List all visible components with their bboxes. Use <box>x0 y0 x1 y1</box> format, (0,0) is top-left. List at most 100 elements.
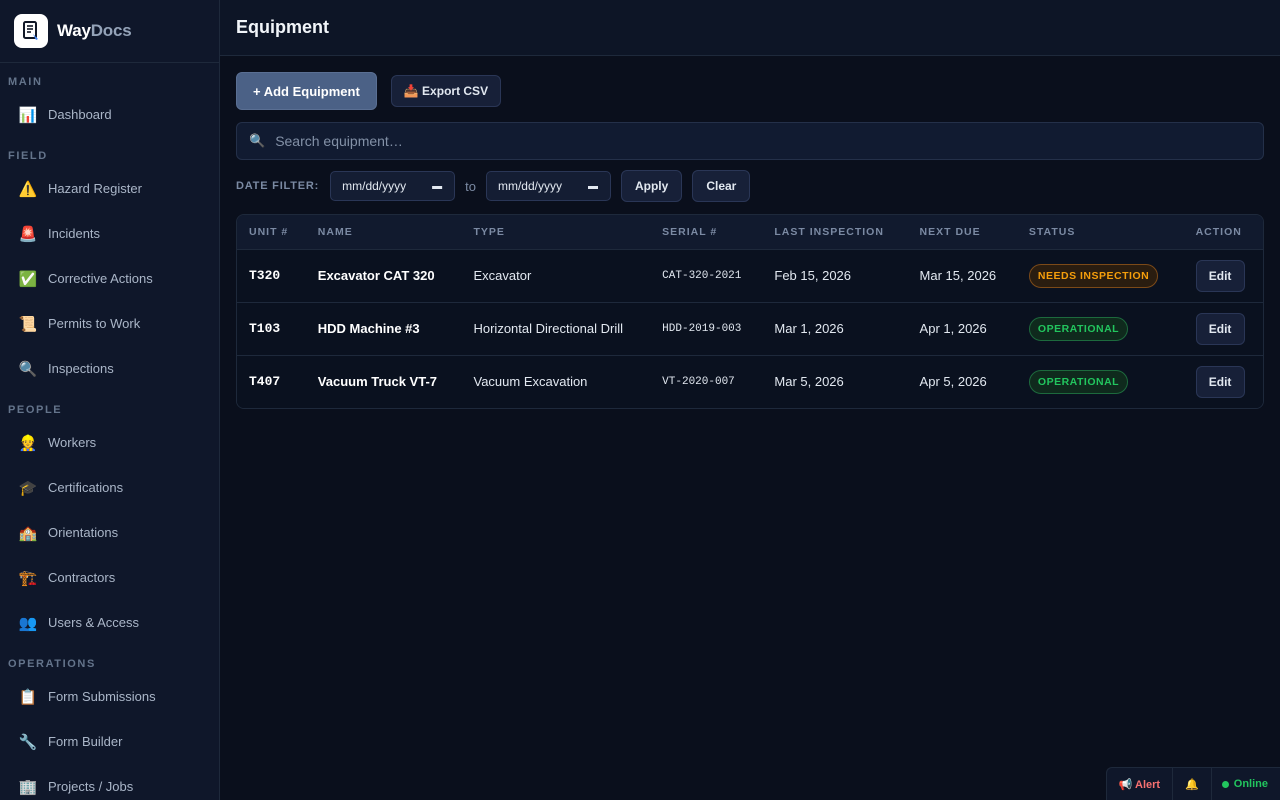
cell-type: Excavator <box>461 248 651 302</box>
sidebar-item-label: Form Builder <box>48 734 123 749</box>
hazard-register-icon: ⚠️ <box>18 180 38 198</box>
nav-section-main: MAIN <box>8 76 43 88</box>
sidebar-item-label: Workers <box>48 435 97 450</box>
sidebar: WayDocs MAIN 📊 Dashboard FIELD ⚠️ Hazard Regi… <box>0 0 220 800</box>
column-header-last-inspection: LAST INSPECTION <box>762 215 908 249</box>
cell-next: Mar 15, 2026 <box>907 248 1017 302</box>
table-row[interactable]: T407 Vacuum Truck VT-7 Vacuum Excavation VT… <box>237 354 1263 408</box>
sidebar-item-label: Permits to Work <box>48 316 141 331</box>
corrective-actions-icon: ✅ <box>18 270 38 288</box>
bell-icon[interactable]: 🔔 <box>1172 768 1211 800</box>
cell-type: Horizontal Directional Drill <box>461 301 651 355</box>
column-header-next-due: NEXT DUE <box>907 215 1017 249</box>
status-badge: OPERATIONAL <box>1028 316 1129 341</box>
sidebar-item-certifications[interactable]: 🎓 Certifications <box>0 465 219 510</box>
table-body: T320 Excavator CAT 320 Excavator CAT-320-20… <box>237 248 1263 408</box>
date-filter: DATE FILTER: mm/dd/yyyy ▬ to mm/dd/yyyy … <box>236 170 1264 202</box>
column-header-status: STATUS <box>1016 215 1184 249</box>
app-root: WayDocs MAIN 📊 Dashboard FIELD ⚠️ Hazard Regi… <box>0 0 1280 800</box>
dashboard-icon: 📊 <box>18 106 38 124</box>
sidebar-item-contractors[interactable]: 🏗️ Contractors <box>0 555 219 600</box>
column-header-serial: SERIAL # <box>650 215 763 249</box>
cell-status: OPERATIONAL <box>1016 301 1184 355</box>
sidebar-item-users-access[interactable]: 👥 Users & Access <box>0 600 219 645</box>
export-csv-button[interactable]: 📥 Export CSV <box>390 75 502 107</box>
status-bar: 📢 Alert 🔔 Online <box>1105 767 1280 800</box>
toolbar: + Add Equipment 📥 Export CSV <box>236 72 1264 110</box>
cell-action: Edit <box>1183 248 1263 302</box>
sidebar-item-orientations[interactable]: 🏫 Orientations <box>0 510 219 555</box>
sidebar-item-form-submissions[interactable]: 📋 Form Submissions <box>0 674 219 719</box>
main-area: Equipment + Add Equipment 📥 Export CSV 🔍… <box>220 0 1280 800</box>
sidebar-item-label: Orientations <box>48 525 119 540</box>
form-submissions-icon: 📋 <box>18 688 38 706</box>
cell-last: Feb 15, 2026 <box>762 248 908 302</box>
edit-button[interactable]: Edit <box>1195 312 1245 345</box>
date-from-input[interactable]: mm/dd/yyyy ▬ <box>330 171 456 201</box>
topbar: Equipment <box>220 0 1280 56</box>
sidebar-item-label: Hazard Register <box>48 181 142 196</box>
cell-unit: T407 <box>237 354 306 408</box>
column-header-unit: UNIT # <box>237 215 306 249</box>
cell-action: Edit <box>1183 354 1263 408</box>
brand-name-part1: Way <box>57 21 91 40</box>
form-builder-icon: 🔧 <box>18 733 38 751</box>
sidebar-item-permits-to-work[interactable]: 📜 Permits to Work <box>0 301 219 346</box>
orientations-icon: 🏫 <box>18 524 38 542</box>
brand-name: WayDocs <box>57 21 132 41</box>
edit-button[interactable]: Edit <box>1195 365 1245 398</box>
sidebar-item-projects-jobs[interactable]: 🏢 Projects / Jobs <box>0 764 219 800</box>
sidebar-item-label: Certifications <box>48 480 124 495</box>
cell-status: NEEDS INSPECTION <box>1016 248 1184 302</box>
edit-button[interactable]: Edit <box>1195 259 1245 292</box>
search-bar: 🔍 <box>236 122 1264 160</box>
sidebar-item-form-builder[interactable]: 🔧 Form Builder <box>0 719 219 764</box>
online-status: Online <box>1210 768 1280 800</box>
alert-button[interactable]: 📢 Alert <box>1107 768 1172 800</box>
sidebar-nav: MAIN 📊 Dashboard FIELD ⚠️ Hazard Register 🚨 Inc… <box>0 72 219 800</box>
sidebar-item-hazard-register[interactable]: ⚠️ Hazard Register <box>0 166 219 211</box>
add-equipment-button[interactable]: + Add Equipment <box>236 72 377 110</box>
brand-name-part2: Docs <box>90 21 132 40</box>
cell-type: Vacuum Excavation <box>461 354 651 408</box>
sidebar-item-incidents[interactable]: 🚨 Incidents <box>0 211 219 256</box>
cell-last: Mar 1, 2026 <box>762 301 908 355</box>
calendar-icon[interactable]: ▬ <box>588 181 598 192</box>
cell-name: Vacuum Truck VT-7 <box>305 354 462 408</box>
cell-name: Excavator CAT 320 <box>305 248 462 302</box>
content: + Add Equipment 📥 Export CSV 🔍 DATE FILT… <box>220 56 1280 409</box>
cell-last: Mar 5, 2026 <box>762 354 908 408</box>
cell-name: HDD Machine #3 <box>305 301 462 355</box>
status-badge: NEEDS INSPECTION <box>1028 263 1159 288</box>
date-from-value: mm/dd/yyyy <box>342 179 407 193</box>
sidebar-item-label: Inspections <box>48 361 114 376</box>
equipment-table: UNIT # NAME TYPE SERIAL # LAST INSPECTION NEX… <box>236 214 1264 409</box>
date-filter-label: DATE FILTER: <box>236 180 320 192</box>
brand[interactable]: WayDocs <box>0 0 219 63</box>
table-row[interactable]: T320 Excavator CAT 320 Excavator CAT-320-20… <box>237 248 1263 302</box>
permits-to-work-icon: 📜 <box>18 315 38 333</box>
logo-icon <box>14 14 48 48</box>
sidebar-item-dashboard[interactable]: 📊 Dashboard <box>0 92 219 137</box>
table-row[interactable]: T103 HDD Machine #3 Horizontal Directional… <box>237 301 1263 355</box>
column-header-action: ACTION <box>1183 215 1263 249</box>
sidebar-item-label: Incidents <box>48 226 101 241</box>
sidebar-item-label: Users & Access <box>48 615 140 630</box>
certifications-icon: 🎓 <box>18 479 38 497</box>
search-input[interactable] <box>275 133 1263 149</box>
apply-button[interactable]: Apply <box>620 170 683 202</box>
status-badge: OPERATIONAL <box>1028 369 1129 394</box>
sidebar-item-corrective-actions[interactable]: ✅ Corrective Actions <box>0 256 219 301</box>
date-to-input[interactable]: mm/dd/yyyy ▬ <box>485 171 611 201</box>
table-header-row: UNIT # NAME TYPE SERIAL # LAST INSPECTION NEX… <box>237 215 1263 249</box>
inspections-icon: 🔍 <box>18 360 38 378</box>
cell-unit: T320 <box>237 248 306 302</box>
sidebar-item-inspections[interactable]: 🔍 Inspections <box>0 346 219 391</box>
sidebar-item-label: Contractors <box>48 570 116 585</box>
column-header-name: NAME <box>305 215 462 249</box>
sidebar-item-label: Dashboard <box>48 107 112 122</box>
clear-button[interactable]: Clear <box>692 170 751 202</box>
sidebar-item-workers[interactable]: 👷 Workers <box>0 420 219 465</box>
cell-unit: T103 <box>237 301 306 355</box>
calendar-icon[interactable]: ▬ <box>432 181 442 192</box>
